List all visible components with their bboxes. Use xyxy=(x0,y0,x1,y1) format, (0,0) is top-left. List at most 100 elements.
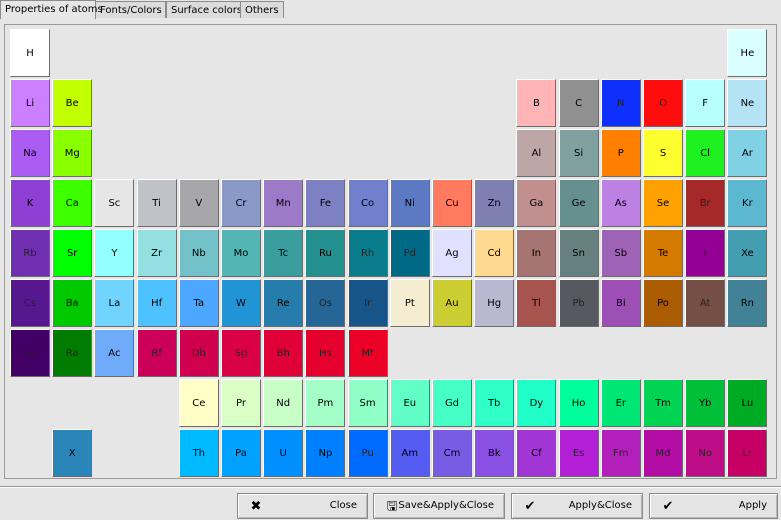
element-cell-gd[interactable]: Gd xyxy=(432,379,472,427)
element-cell-yb[interactable]: Yb xyxy=(685,379,726,427)
element-cell-er[interactable]: Er xyxy=(600,379,641,427)
element-cell-np[interactable]: Np xyxy=(305,429,346,477)
element-cell-ir[interactable]: Ir xyxy=(347,279,388,327)
element-cell-am[interactable]: Am xyxy=(389,429,430,477)
element-cell-zr[interactable]: Zr xyxy=(136,229,177,277)
element-cell-fe[interactable]: Fe xyxy=(305,179,346,227)
element-cell-ar[interactable]: Ar xyxy=(727,129,768,177)
element-cell-ti[interactable]: Ti xyxy=(136,179,177,227)
element-cell-sc[interactable]: Sc xyxy=(94,179,135,227)
element-cell-kr[interactable]: Kr xyxy=(727,179,768,227)
element-cell-sr[interactable]: Sr xyxy=(52,229,93,277)
element-cell-po[interactable]: Po xyxy=(643,279,683,327)
element-cell-th[interactable]: Th xyxy=(178,429,219,477)
element-cell-tl[interactable]: Tl xyxy=(516,279,557,327)
element-cell-bi[interactable]: Bi xyxy=(600,279,641,327)
element-cell-hf[interactable]: Hf xyxy=(136,279,177,327)
apply-close-button[interactable]: ✔ Apply&Close xyxy=(511,493,643,519)
element-cell-ru[interactable]: Ru xyxy=(305,229,346,277)
element-cell-pm[interactable]: Pm xyxy=(305,379,346,427)
element-cell-pu[interactable]: Pu xyxy=(347,429,388,477)
element-cell-cr[interactable]: Cr xyxy=(221,179,261,227)
element-cell-u[interactable]: U xyxy=(263,429,304,477)
element-cell-cu[interactable]: Cu xyxy=(432,179,472,227)
element-cell-ne[interactable]: Ne xyxy=(727,79,768,127)
element-cell-mo[interactable]: Mo xyxy=(221,229,261,277)
element-cell-mn[interactable]: Mn xyxy=(263,179,304,227)
element-cell-ce[interactable]: Ce xyxy=(178,379,219,427)
element-cell-fm[interactable]: Fm xyxy=(600,429,641,477)
element-cell-at[interactable]: At xyxy=(685,279,726,327)
element-cell-o[interactable]: O xyxy=(643,79,683,127)
apply-button[interactable]: ✔ Apply xyxy=(649,493,778,519)
element-cell-tb[interactable]: Tb xyxy=(474,379,515,427)
element-cell-ni[interactable]: Ni xyxy=(389,179,430,227)
element-cell-he[interactable]: He xyxy=(727,29,768,77)
element-cell-re[interactable]: Re xyxy=(263,279,304,327)
element-cell-ga[interactable]: Ga xyxy=(516,179,557,227)
element-cell-ca[interactable]: Ca xyxy=(52,179,93,227)
element-cell-co[interactable]: Co xyxy=(347,179,388,227)
element-cell-li[interactable]: Li xyxy=(10,79,50,127)
element-cell-c[interactable]: C xyxy=(558,79,599,127)
element-cell-eu[interactable]: Eu xyxy=(389,379,430,427)
element-cell-si[interactable]: Si xyxy=(558,129,599,177)
element-cell-rb[interactable]: Rb xyxy=(10,229,50,277)
element-cell-tc[interactable]: Tc xyxy=(263,229,304,277)
element-cell-cm[interactable]: Cm xyxy=(432,429,472,477)
element-cell-al[interactable]: Al xyxy=(516,129,557,177)
element-cell-ac[interactable]: Ac xyxy=(94,329,135,377)
element-cell-bk[interactable]: Bk xyxy=(474,429,515,477)
tab-surface-colors[interactable]: Surface colors xyxy=(166,1,242,18)
element-cell-lr[interactable]: Lr xyxy=(727,429,768,477)
element-cell-i[interactable]: I xyxy=(685,229,726,277)
element-cell-sb[interactable]: Sb xyxy=(600,229,641,277)
element-cell-cs[interactable]: Cs xyxy=(10,279,50,327)
element-cell-na[interactable]: Na xyxy=(10,129,50,177)
element-cell-ba[interactable]: Ba xyxy=(52,279,93,327)
element-cell-pb[interactable]: Pb xyxy=(558,279,599,327)
element-cell-mt[interactable]: Mt xyxy=(347,329,388,377)
element-cell-se[interactable]: Se xyxy=(643,179,683,227)
element-cell-n[interactable]: N xyxy=(600,79,641,127)
element-cell-as[interactable]: As xyxy=(600,179,641,227)
element-cell-hg[interactable]: Hg xyxy=(474,279,515,327)
element-cell-pa[interactable]: Pa xyxy=(221,429,261,477)
element-cell-br[interactable]: Br xyxy=(685,179,726,227)
element-cell-rh[interactable]: Rh xyxy=(347,229,388,277)
element-cell-ge[interactable]: Ge xyxy=(558,179,599,227)
element-cell-b[interactable]: B xyxy=(516,79,557,127)
element-cell-ra[interactable]: Ra xyxy=(52,329,93,377)
element-cell-s[interactable]: S xyxy=(643,129,683,177)
close-button[interactable]: ✖ Close xyxy=(237,493,368,519)
element-cell-md[interactable]: Md xyxy=(643,429,683,477)
element-cell-sm[interactable]: Sm xyxy=(347,379,388,427)
element-cell-be[interactable]: Be xyxy=(52,79,93,127)
element-cell-h[interactable]: H xyxy=(10,29,50,77)
element-cell-bh[interactable]: Bh xyxy=(263,329,304,377)
element-cell-cf[interactable]: Cf xyxy=(516,429,557,477)
element-cell-au[interactable]: Au xyxy=(432,279,472,327)
element-cell-hs[interactable]: Hs xyxy=(305,329,346,377)
element-cell-w[interactable]: W xyxy=(221,279,261,327)
element-cell-pt[interactable]: Pt xyxy=(389,279,430,327)
element-cell-te[interactable]: Te xyxy=(643,229,683,277)
element-cell-y[interactable]: Y xyxy=(94,229,135,277)
element-cell-tm[interactable]: Tm xyxy=(643,379,683,427)
element-cell-zn[interactable]: Zn xyxy=(474,179,515,227)
element-cell-fr[interactable]: Fr xyxy=(10,329,50,377)
tab-properties-of-atoms[interactable]: Properties of atoms xyxy=(0,0,103,19)
element-cell-os[interactable]: Os xyxy=(305,279,346,327)
element-cell-pd[interactable]: Pd xyxy=(389,229,430,277)
element-cell-ta[interactable]: Ta xyxy=(178,279,219,327)
tab-fonts-colors[interactable]: Fonts/Colors xyxy=(95,1,166,18)
element-cell-rf[interactable]: Rf xyxy=(136,329,177,377)
save-apply-close-button[interactable]: 🖫 Save&Apply&Close xyxy=(373,493,505,519)
element-cell-lu[interactable]: Lu xyxy=(727,379,768,427)
element-cell-xe[interactable]: Xe xyxy=(727,229,768,277)
element-cell-es[interactable]: Es xyxy=(558,429,599,477)
element-cell-x[interactable]: X xyxy=(52,429,93,477)
element-cell-k[interactable]: K xyxy=(10,179,50,227)
element-cell-p[interactable]: P xyxy=(600,129,641,177)
tab-others[interactable]: Others xyxy=(240,1,284,18)
